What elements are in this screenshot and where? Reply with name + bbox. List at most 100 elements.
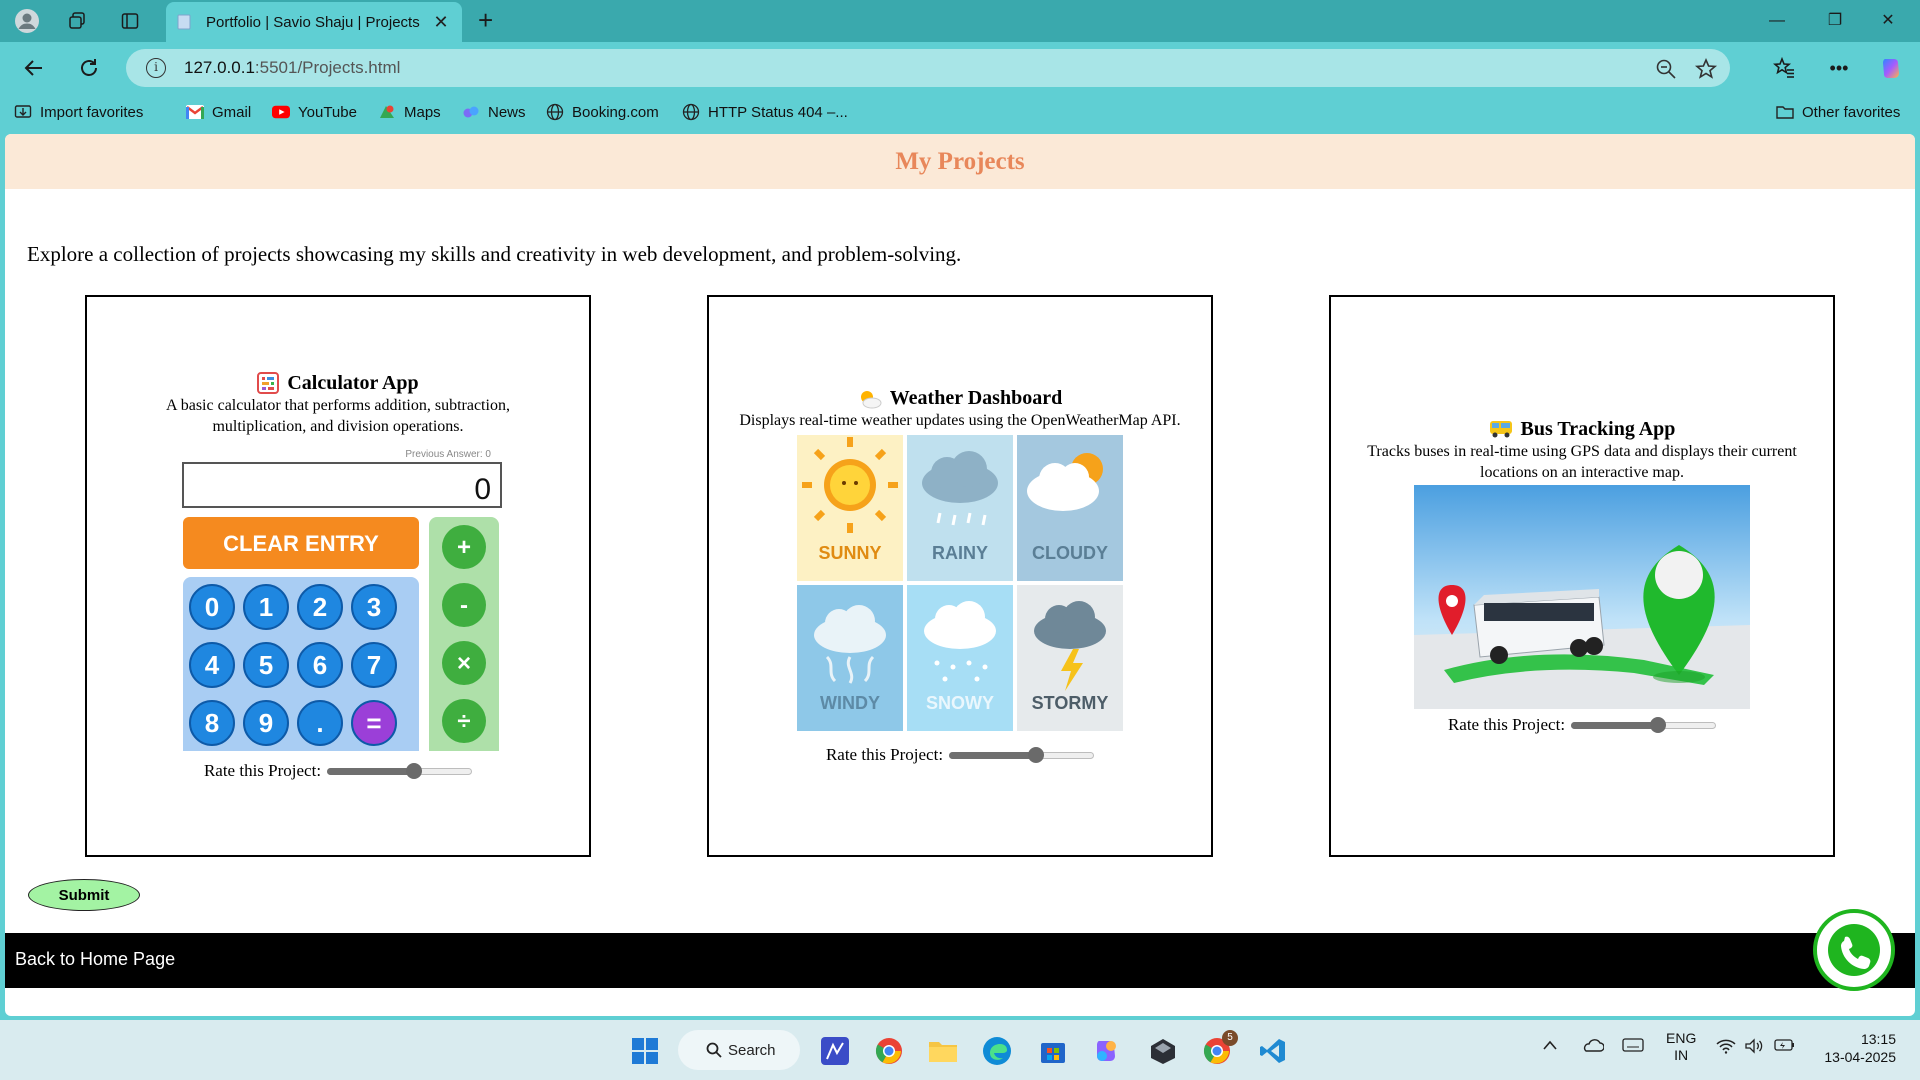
project-description: Displays real-time weather updates using… xyxy=(739,412,1181,429)
bookmark-http-404[interactable]: HTTP Status 404 –... xyxy=(682,100,848,124)
clock[interactable]: 13:15 13-04-2025 xyxy=(1814,1030,1896,1066)
calc-digit-label: 7 xyxy=(367,650,381,680)
site-info-icon[interactable]: i xyxy=(146,58,166,78)
bookmark-youtube[interactable]: YouTube xyxy=(272,100,357,124)
address-bar-row: i 127.0.0.1:5501/Projects.html ••• xyxy=(0,42,1920,92)
wifi-icon[interactable] xyxy=(1716,1038,1736,1057)
bookmark-news[interactable]: News xyxy=(462,100,526,124)
file-explorer-icon[interactable] xyxy=(926,1034,960,1068)
refresh-icon[interactable] xyxy=(73,52,105,84)
chrome-icon[interactable] xyxy=(872,1034,906,1068)
calc-digit-label: 3 xyxy=(367,592,381,622)
calc-digit-label: 6 xyxy=(313,650,327,680)
weather-tile-label: SNOWY xyxy=(926,693,994,713)
rating-slider[interactable] xyxy=(327,762,473,779)
bookmark-import-favorites[interactable]: Import favorites xyxy=(14,100,143,124)
bookmark-gmail[interactable]: Gmail xyxy=(186,100,251,124)
gmail-icon xyxy=(186,103,204,121)
page-header: My Projects xyxy=(5,134,1915,189)
calc-digit-label: 0 xyxy=(205,592,219,622)
keyboard-icon[interactable] xyxy=(1622,1038,1644,1055)
copilot-icon[interactable] xyxy=(1878,54,1906,82)
app-icon-1[interactable] xyxy=(818,1034,852,1068)
battery-icon[interactable] xyxy=(1774,1038,1796,1055)
language-indicator[interactable]: ENG IN xyxy=(1666,1030,1696,1064)
calc-digit-label: 5 xyxy=(259,650,273,680)
chrome-profile-icon[interactable]: 5 xyxy=(1200,1030,1238,1068)
submit-button[interactable]: Submit xyxy=(28,879,140,911)
page-title: My Projects xyxy=(895,147,1025,175)
weather-tiles-image: SUNNY RAINY CLOUDY WINDY SNOWY STORMY xyxy=(797,435,1123,731)
bookmark-other-favorites[interactable]: Other favorites xyxy=(1776,100,1900,124)
project-title: Bus Tracking App xyxy=(1489,418,1675,441)
tab-actions-icon[interactable] xyxy=(117,8,143,34)
phone-call-button[interactable] xyxy=(1813,909,1895,991)
browser-tab-active[interactable]: Portfolio | Savio Shaju | Projects ✕ xyxy=(166,2,462,42)
calc-operator-label: + xyxy=(457,534,471,561)
close-tab-icon[interactable]: ✕ xyxy=(430,12,452,33)
rating-row: Rate this Project: xyxy=(825,745,1095,765)
calc-operator-label: ÷ xyxy=(457,708,470,735)
workspaces-icon[interactable] xyxy=(64,8,90,34)
vscode-icon[interactable] xyxy=(1256,1034,1290,1068)
favorite-star-icon[interactable] xyxy=(1694,57,1718,81)
maps-icon xyxy=(378,103,396,121)
calc-display: 0 xyxy=(474,473,491,506)
project-card-calculator: Calculator App A basic calculator that p… xyxy=(85,295,591,857)
show-hidden-icons[interactable] xyxy=(1542,1038,1558,1054)
close-window-icon[interactable]: ✕ xyxy=(1868,8,1908,34)
profile-icon[interactable] xyxy=(14,8,40,34)
calc-digit-label: = xyxy=(366,708,381,738)
page-viewport: My Projects Explore a collection of proj… xyxy=(5,134,1915,1016)
calc-digit-label: 8 xyxy=(205,708,219,738)
bookmark-booking[interactable]: Booking.com xyxy=(546,100,659,124)
back-to-home-link[interactable]: Back to Home Page xyxy=(15,949,175,970)
project-title: Weather Dashboard xyxy=(858,387,1062,410)
rating-slider[interactable] xyxy=(949,747,1095,763)
zoom-icon[interactable] xyxy=(1654,57,1678,81)
bookmarks-bar: Import favorites Gmail YouTube Maps News… xyxy=(0,92,1920,132)
weather-tile-label: WINDY xyxy=(820,693,880,713)
microsoft-store-icon[interactable] xyxy=(1036,1034,1070,1068)
rating-slider[interactable] xyxy=(1571,716,1717,733)
more-options-icon[interactable]: ••• xyxy=(1825,54,1853,82)
volume-icon[interactable] xyxy=(1744,1038,1764,1057)
intro-text: Explore a collection of projects showcas… xyxy=(27,242,962,266)
rating-row: Rate this Project: xyxy=(1448,715,1717,735)
rate-label: Rate this Project: xyxy=(203,760,322,780)
minimize-icon[interactable]: — xyxy=(1757,8,1797,34)
onedrive-icon[interactable] xyxy=(1582,1038,1605,1055)
news-icon xyxy=(462,103,480,121)
weather-tile-label: STORMY xyxy=(1032,693,1109,713)
bookmark-maps[interactable]: Maps xyxy=(378,100,441,124)
sun-cloud-icon xyxy=(860,390,882,408)
project-card-bus-tracking: Bus Tracking App Tracks buses in real-ti… xyxy=(1329,295,1835,857)
calc-digit-label: . xyxy=(316,708,323,738)
calc-operator-label: × xyxy=(457,650,471,677)
restore-icon[interactable]: ❐ xyxy=(1815,8,1855,34)
url-bar[interactable]: i 127.0.0.1:5501/Projects.html xyxy=(126,49,1730,87)
search-icon xyxy=(706,1042,722,1058)
weather-tile-label: SUNNY xyxy=(818,543,881,563)
calc-digit-label: 2 xyxy=(313,592,327,622)
bus-tracking-image xyxy=(1414,484,1750,709)
copilot-taskbar-icon[interactable] xyxy=(1090,1034,1124,1068)
new-tab-icon[interactable]: + xyxy=(478,6,493,34)
rate-label: Rate this Project: xyxy=(825,745,944,764)
page-favicon-icon xyxy=(177,14,191,30)
taskbar-search[interactable]: Search xyxy=(678,1030,800,1070)
notification-badge: 5 xyxy=(1222,1030,1238,1046)
edge-icon[interactable] xyxy=(980,1034,1014,1068)
calc-digit-label: 1 xyxy=(259,592,273,622)
globe-icon xyxy=(682,103,700,121)
back-icon[interactable] xyxy=(18,52,50,84)
project-description: A basic calculator that performs additio… xyxy=(166,396,510,435)
app-icon-dark[interactable] xyxy=(1146,1034,1180,1068)
url-text: 127.0.0.1:5501/Projects.html xyxy=(184,58,401,77)
favorites-icon[interactable] xyxy=(1770,54,1798,82)
calc-digit-label: 4 xyxy=(205,650,220,680)
start-icon[interactable] xyxy=(628,1034,662,1068)
phone-icon xyxy=(1828,924,1880,976)
weather-tile-label: RAINY xyxy=(932,543,988,563)
clear-entry-label: CLEAR ENTRY xyxy=(223,531,379,556)
